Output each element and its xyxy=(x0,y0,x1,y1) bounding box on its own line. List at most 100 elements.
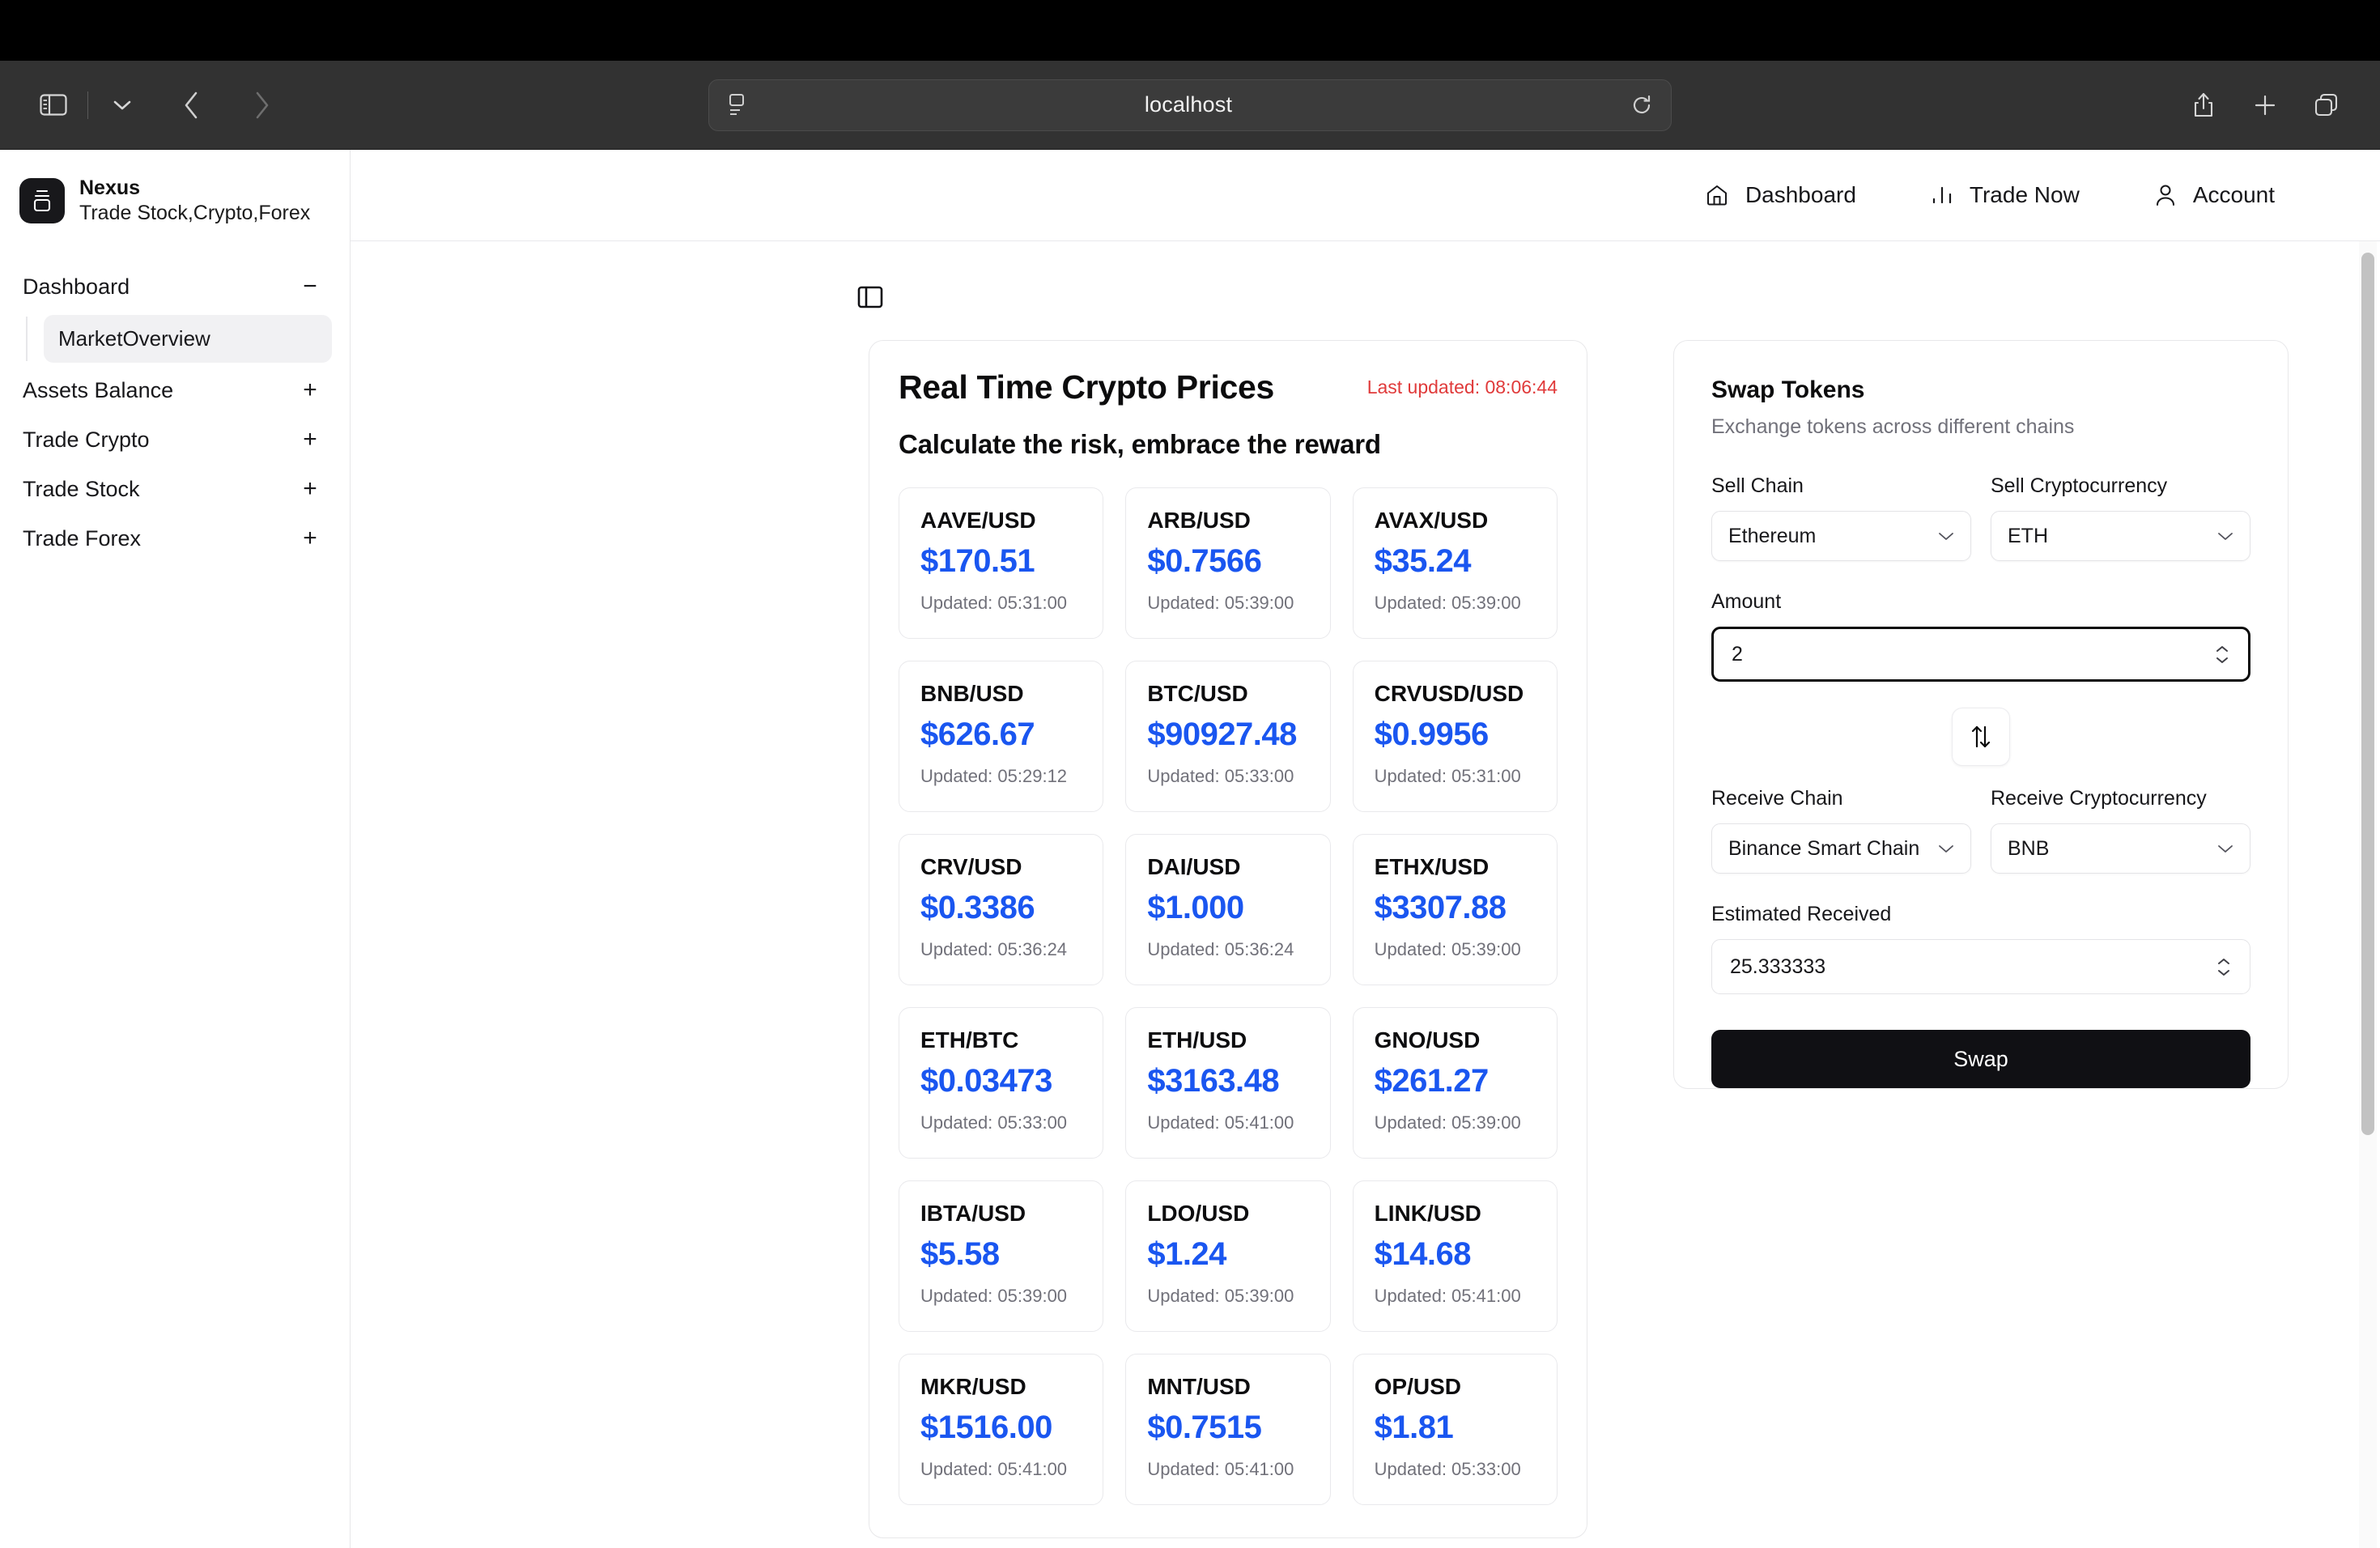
price-card-updated: Updated: 05:33:00 xyxy=(1147,766,1294,786)
tab-overview-button[interactable] xyxy=(2304,83,2349,128)
reader-view-icon[interactable] xyxy=(727,93,746,117)
amount-stepper[interactable] xyxy=(2214,644,2230,665)
content-area: Real Time Crypto Prices Last updated: 08… xyxy=(351,241,2380,1548)
sidebar-item-trade-crypto[interactable]: Trade Crypto + xyxy=(18,415,332,465)
home-icon xyxy=(1705,183,1729,207)
app-root: Nexus Trade Stock,Crypto,Forex Dashboard… xyxy=(0,150,2380,1548)
price-card[interactable]: CRVUSD/USD $0.9956 Updated: 05:31:00 xyxy=(1352,661,1558,812)
price-card[interactable]: MKR/USD $1516.00 Updated: 05:41:00 xyxy=(899,1354,1104,1505)
minus-icon[interactable]: − xyxy=(300,274,321,299)
price-card[interactable]: DAI/USD $1.000 Updated: 05:36:24 xyxy=(1125,834,1331,985)
sidebar-item-dashboard[interactable]: Dashboard − xyxy=(18,262,332,312)
receive-crypto-label: Receive Cryptocurrency xyxy=(1991,787,2207,810)
panel-toggle-icon[interactable] xyxy=(856,283,884,311)
sidebar-item-label: Dashboard xyxy=(23,274,130,299)
price-card[interactable]: LINK/USD $14.68 Updated: 05:41:00 xyxy=(1352,1180,1558,1332)
sidebar-item-trade-stock[interactable]: Trade Stock + xyxy=(18,465,332,514)
price-card-pair: CRV/USD xyxy=(920,854,1022,879)
sidebar-item-label: Assets Balance xyxy=(23,377,174,402)
last-updated-label: Last updated: 08:06:44 xyxy=(1366,376,1558,398)
price-card-updated: Updated: 05:29:12 xyxy=(920,766,1068,786)
page-scrollbar[interactable] xyxy=(2359,241,2377,1548)
sell-crypto-label: Sell Cryptocurrency xyxy=(1991,474,2168,497)
sidebar-item-trade-forex[interactable]: Trade Forex + xyxy=(18,514,332,563)
plus-icon[interactable]: + xyxy=(300,427,321,452)
price-card-updated: Updated: 05:41:00 xyxy=(1147,1459,1294,1479)
swap-direction-button[interactable] xyxy=(1952,708,2010,766)
window-titlebar xyxy=(0,0,2380,61)
price-card-updated: Updated: 05:39:00 xyxy=(1374,939,1521,959)
browser-toolbar: localhost xyxy=(0,61,2380,150)
plus-icon[interactable]: + xyxy=(300,526,321,551)
crypto-prices-card: Real Time Crypto Prices Last updated: 08… xyxy=(869,340,1587,1538)
price-card[interactable]: AVAX/USD $35.24 Updated: 05:39:00 xyxy=(1352,487,1558,639)
swap-direction-row xyxy=(1711,708,2250,766)
sell-row: Sell Chain Ethereum Sell Cryptocurrency xyxy=(1711,474,2250,561)
price-card[interactable]: IBTA/USD $5.58 Updated: 05:39:00 xyxy=(899,1180,1104,1332)
estimated-received-label: Estimated Received xyxy=(1711,903,1892,925)
price-card[interactable]: GNO/USD $261.27 Updated: 05:39:00 xyxy=(1352,1007,1558,1159)
price-card[interactable]: MNT/USD $0.7515 Updated: 05:41:00 xyxy=(1125,1354,1331,1505)
price-card-price: $3163.48 xyxy=(1147,1063,1280,1099)
price-card-updated: Updated: 05:39:00 xyxy=(1147,593,1294,613)
price-card[interactable]: CRV/USD $0.3386 Updated: 05:36:24 xyxy=(899,834,1104,985)
price-card-pair: CRVUSD/USD xyxy=(1374,681,1524,706)
estimated-received-input[interactable]: 25.333333 xyxy=(1711,939,2250,994)
price-card-pair: MNT/USD xyxy=(1147,1374,1251,1399)
price-card-updated: Updated: 05:41:00 xyxy=(1147,1112,1294,1133)
estimated-stepper[interactable] xyxy=(2216,957,2232,977)
price-card[interactable]: BTC/USD $90927.48 Updated: 05:33:00 xyxy=(1125,661,1331,812)
sidebar-subnav-dashboard: MarketOverview xyxy=(26,314,332,363)
amount-field: Amount 2 xyxy=(1711,590,2250,682)
new-tab-button[interactable] xyxy=(2242,83,2288,128)
price-card-pair: ETH/BTC xyxy=(920,1027,1019,1053)
reload-icon[interactable] xyxy=(1630,94,1653,117)
url-text: localhost xyxy=(1144,92,1233,117)
topnav-item-trade-now[interactable]: Trade Now xyxy=(1931,182,2080,208)
price-card[interactable]: ETH/BTC $0.03473 Updated: 05:33:00 xyxy=(899,1007,1104,1159)
sell-crypto-select[interactable]: ETH xyxy=(1991,511,2250,561)
main-column: Dashboard Trade Now Account Real Time Cr… xyxy=(351,150,2380,1548)
estimated-received-value: 25.333333 xyxy=(1730,955,1826,978)
plus-icon[interactable]: + xyxy=(300,378,321,402)
sidebar-item-assets-balance[interactable]: Assets Balance + xyxy=(18,366,332,415)
chevron-down-button[interactable] xyxy=(100,83,145,128)
forward-button[interactable] xyxy=(239,83,284,128)
price-card[interactable]: AAVE/USD $170.51 Updated: 05:31:00 xyxy=(899,487,1104,639)
price-card-pair: BTC/USD xyxy=(1147,681,1248,706)
topnav-item-account[interactable]: Account xyxy=(2154,182,2275,208)
prices-subtitle: Calculate the risk, embrace the reward xyxy=(899,429,1381,459)
price-card[interactable]: ETHX/USD $3307.88 Updated: 05:39:00 xyxy=(1352,834,1558,985)
prices-header: Real Time Crypto Prices Last updated: 08… xyxy=(899,368,1558,406)
price-card[interactable]: LDO/USD $1.24 Updated: 05:39:00 xyxy=(1125,1180,1331,1332)
sidebar-item-marketoverview[interactable]: MarketOverview xyxy=(44,314,332,363)
amount-input[interactable]: 2 xyxy=(1711,627,2250,682)
share-button[interactable] xyxy=(2181,83,2226,128)
swap-button[interactable]: Swap xyxy=(1711,1030,2250,1088)
sidebar-toggle-button[interactable] xyxy=(31,83,76,128)
price-card[interactable]: ETH/USD $3163.48 Updated: 05:41:00 xyxy=(1125,1007,1331,1159)
back-button[interactable] xyxy=(169,83,215,128)
price-card-pair: AVAX/USD xyxy=(1374,508,1489,533)
price-card-pair: ETH/USD xyxy=(1147,1027,1247,1053)
brand[interactable]: Nexus Trade Stock,Crypto,Forex xyxy=(0,150,350,248)
plus-icon[interactable]: + xyxy=(300,477,321,501)
price-card-pair: AAVE/USD xyxy=(920,508,1036,533)
price-card-updated: Updated: 05:36:24 xyxy=(1147,939,1294,959)
receive-chain-select[interactable]: Binance Smart Chain xyxy=(1711,823,1971,874)
address-bar[interactable]: localhost xyxy=(708,79,1672,131)
price-card-price: $170.51 xyxy=(920,543,1035,579)
price-card[interactable]: ARB/USD $0.7566 Updated: 05:39:00 xyxy=(1125,487,1331,639)
price-card-pair: OP/USD xyxy=(1374,1374,1462,1399)
price-card[interactable]: OP/USD $1.81 Updated: 05:33:00 xyxy=(1352,1354,1558,1505)
receive-crypto-select[interactable]: BNB xyxy=(1991,823,2250,874)
sell-chain-select[interactable]: Ethereum xyxy=(1711,511,1971,561)
price-card-price: $3307.88 xyxy=(1374,890,1507,925)
sell-chain-value: Ethereum xyxy=(1728,524,1817,547)
price-card-pair: LINK/USD xyxy=(1374,1201,1481,1226)
price-card-pair: GNO/USD xyxy=(1374,1027,1481,1053)
price-card-price: $0.7515 xyxy=(1147,1410,1262,1445)
scrollbar-thumb[interactable] xyxy=(2361,253,2374,1135)
price-card[interactable]: BNB/USD $626.67 Updated: 05:29:12 xyxy=(899,661,1104,812)
topnav-item-dashboard[interactable]: Dashboard xyxy=(1705,182,1856,208)
